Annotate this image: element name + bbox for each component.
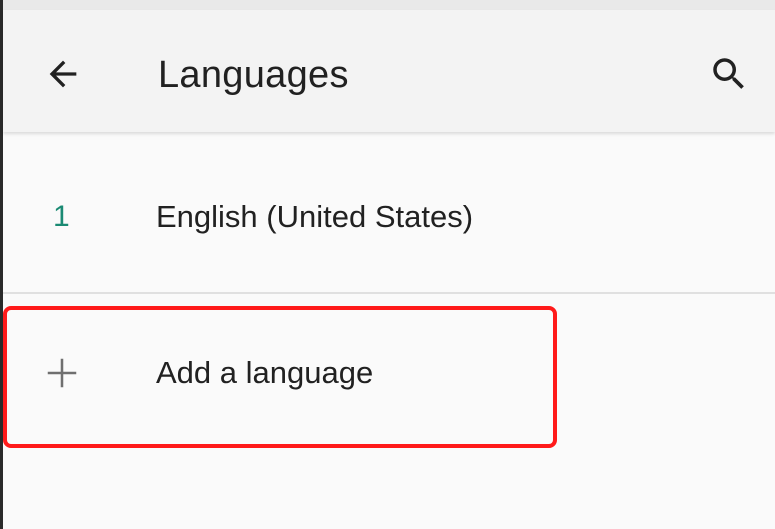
language-item[interactable]: 1 English (United States) — [3, 142, 775, 292]
language-list: 1 English (United States) Add a language — [3, 132, 775, 529]
settings-screen: Languages 1 English (United States) Add … — [0, 0, 775, 529]
search-icon — [713, 58, 744, 89]
arrow-back-icon — [49, 60, 77, 88]
language-order-number: 1 — [53, 200, 70, 233]
plus-icon — [47, 358, 77, 388]
language-name: English (United States) — [156, 199, 474, 234]
search-button[interactable] — [706, 52, 752, 96]
status-bar — [3, 0, 775, 10]
list-divider — [3, 292, 775, 294]
add-language-button[interactable]: Add a language — [3, 296, 775, 444]
page-title: Languages — [158, 54, 349, 96]
app-bar: Languages — [3, 10, 775, 132]
back-button[interactable] — [41, 54, 85, 94]
add-language-label: Add a language — [156, 355, 374, 390]
